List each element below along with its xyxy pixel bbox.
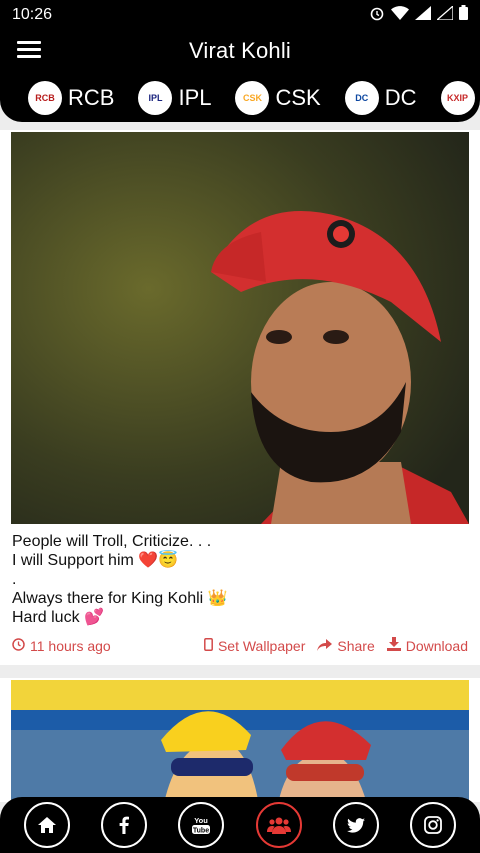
post-meta: 11 hours ago Set Wallpaper Share Downloa… [12, 637, 468, 654]
feed[interactable]: People will Troll, Criticize. . . I will… [0, 122, 480, 802]
post-card [0, 678, 480, 802]
team-chip-dc[interactable]: DC DC [344, 81, 417, 115]
team-strip[interactable]: RCB RCB IPL IPL CSK CSK DC DC KXIP [0, 74, 480, 122]
bottom-nav: You Tube [0, 797, 480, 853]
post-time: 11 hours ago [12, 638, 111, 654]
caption-line: People will Troll, Criticize. . . [12, 533, 212, 550]
instagram-button[interactable] [410, 802, 457, 848]
team-label: CSK [275, 85, 321, 110]
team-chip-csk[interactable]: CSK CSK [235, 81, 321, 115]
signal-icon-2 [435, 4, 454, 25]
post-image[interactable] [11, 680, 469, 802]
home-button[interactable] [23, 802, 70, 848]
signal-icon [415, 5, 431, 25]
wifi-icon [391, 5, 409, 25]
share-label: Share [337, 637, 375, 654]
team-chip-ipl[interactable]: IPL IPL [138, 81, 211, 115]
status-bar: 10:26 [0, 0, 480, 30]
download-button[interactable]: Download [386, 637, 468, 654]
post-image[interactable] [11, 132, 469, 524]
status-time: 10:26 [12, 6, 53, 23]
download-label: Download [405, 637, 468, 654]
csk-logo-icon: CSK [235, 81, 270, 115]
share-button[interactable]: Share [317, 637, 375, 654]
kxip-logo-icon: KXIP [440, 81, 475, 115]
team-chip-rcb[interactable]: RCB RCB [28, 81, 114, 115]
facebook-button[interactable] [100, 802, 147, 848]
caption-line: Hard luck 💕 [12, 609, 104, 626]
post-card: People will Troll, Criticize. . . I will… [0, 130, 480, 665]
team-label: RCB [68, 85, 115, 110]
app-title: Virat Kohli [188, 38, 292, 63]
home-icon [37, 817, 56, 833]
status-icons [369, 4, 468, 26]
twitter-button[interactable] [332, 802, 379, 848]
team-label: IPL [178, 85, 212, 110]
ipl-logo-icon: IPL [138, 81, 173, 115]
svg-text:You: You [195, 816, 209, 825]
svg-text:Tube: Tube [193, 828, 209, 835]
post-actions: Set Wallpaper Share Download [204, 637, 468, 654]
battery-icon [459, 5, 468, 25]
caption-line: Always there for King Kohli 👑 [12, 590, 228, 607]
twitter-icon [346, 817, 365, 833]
download-icon [386, 637, 401, 654]
youtube-icon: You Tube [190, 815, 212, 835]
app-bar: Virat Kohli [0, 30, 480, 74]
caption-line: I will Support him ❤️😇 [12, 552, 179, 569]
clock-icon [12, 637, 25, 654]
dc-logo-icon: DC [344, 81, 379, 115]
post-time-text: 11 hours ago [30, 637, 111, 654]
caption-line: . [12, 571, 17, 588]
community-button[interactable] [255, 802, 302, 848]
group-icon [266, 816, 291, 834]
facebook-icon [119, 816, 129, 834]
post-caption: People will Troll, Criticize. . . I will… [12, 532, 468, 627]
alarm-icon [369, 5, 385, 26]
youtube-button[interactable]: You Tube [178, 802, 225, 848]
set-wallpaper-label: Set Wallpaper [217, 637, 306, 654]
team-chip-kxip[interactable]: KXIP [440, 81, 475, 115]
instagram-icon [424, 816, 443, 834]
set-wallpaper-button[interactable]: Set Wallpaper [204, 637, 305, 654]
share-icon [317, 638, 333, 654]
phone-icon [204, 637, 213, 654]
team-label: DC [384, 85, 417, 110]
rcb-logo-icon: RCB [28, 81, 62, 115]
